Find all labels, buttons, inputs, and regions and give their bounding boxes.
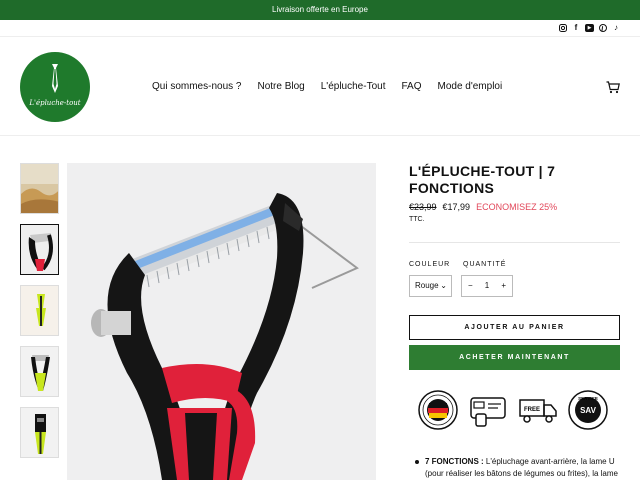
feature-title: 7 FONCTIONS : — [425, 457, 484, 466]
thumbnail-2[interactable] — [20, 224, 59, 275]
facebook-icon[interactable]: f — [572, 24, 580, 32]
youtube-icon[interactable]: ▶ — [585, 24, 594, 32]
color-label: COULEUR — [409, 261, 451, 268]
brand-logo[interactable]: L'épluche-tout — [20, 52, 90, 122]
nav-item-instructions[interactable]: Mode d'emploi — [437, 81, 502, 92]
buy-now-button[interactable]: ACHETER MAINTENANT — [409, 345, 620, 370]
sav-badge-text: SAV — [580, 406, 597, 415]
quantity-label: QUANTITÉ — [463, 261, 507, 268]
nav-item-about[interactable]: Qui sommes-nous ? — [152, 81, 241, 92]
announcement-bar: Livraison offerte en Europe — [0, 0, 640, 20]
main-nav: Qui sommes-nous ? Notre Blog L'épluche-T… — [152, 81, 502, 92]
nav-item-faq[interactable]: FAQ — [401, 81, 421, 92]
made-in-germany-icon — [418, 390, 458, 430]
sale-price: €17,99 — [442, 202, 471, 212]
nav-item-product[interactable]: L'épluche-Tout — [321, 81, 386, 92]
thumbnail-1[interactable] — [20, 163, 59, 214]
social-links: f ▶ ♪ — [559, 22, 620, 34]
price-row: €23,99 €17,99 ECONOMISEZ 25% — [409, 202, 620, 212]
thumbnail-5[interactable] — [20, 407, 59, 458]
card-payment-icon — [468, 390, 508, 430]
tax-note: TTC. — [409, 216, 425, 223]
add-to-cart-button[interactable]: AJOUTER AU PANIER — [409, 315, 620, 340]
trust-badges: FREE SERVICE SAV — [418, 390, 618, 432]
quantity-increase-button[interactable]: + — [495, 276, 512, 296]
feature-list: 7 FONCTIONS : L'épluchage avant-arrière,… — [415, 456, 620, 480]
pinterest-icon[interactable] — [599, 24, 607, 32]
original-price: €23,99 — [409, 202, 437, 212]
nav-item-blog[interactable]: Notre Blog — [257, 81, 304, 92]
free-shipping-icon: FREE — [518, 390, 558, 430]
thumbnail-4[interactable] — [20, 346, 59, 397]
savings-badge: ECONOMISEZ 25% — [476, 202, 558, 212]
color-select[interactable]: Rouge ⌄ — [409, 275, 452, 297]
free-badge-text: FREE — [524, 407, 540, 413]
color-select-value: Rouge — [415, 281, 439, 290]
site-header: L'épluche-tout Qui sommes-nous ? Notre B… — [0, 36, 640, 136]
list-item: 7 FONCTIONS : L'épluchage avant-arrière,… — [415, 456, 620, 480]
quantity-stepper[interactable]: − 1 + — [461, 275, 513, 297]
logo-text: L'épluche-tout — [29, 99, 81, 107]
product-info: L'ÉPLUCHE-TOUT | 7 FONCTIONS €23,99 €17,… — [409, 163, 620, 223]
quantity-value[interactable]: 1 — [479, 276, 496, 296]
service-badge-text: SERVICE — [578, 396, 598, 401]
tiktok-icon[interactable]: ♪ — [612, 24, 620, 32]
thumbnail-3[interactable] — [20, 285, 59, 336]
product-title: L'ÉPLUCHE-TOUT | 7 FONCTIONS — [409, 163, 556, 196]
instagram-icon[interactable] — [559, 24, 567, 32]
cart-icon[interactable] — [606, 81, 620, 94]
divider — [409, 242, 620, 243]
product-main-image[interactable] — [67, 163, 376, 480]
chevron-down-icon: ⌄ — [440, 281, 447, 290]
announcement-text: Livraison offerte en Europe — [272, 5, 368, 14]
quantity-decrease-button[interactable]: − — [462, 276, 479, 296]
service-sav-icon: SERVICE SAV — [568, 390, 608, 430]
